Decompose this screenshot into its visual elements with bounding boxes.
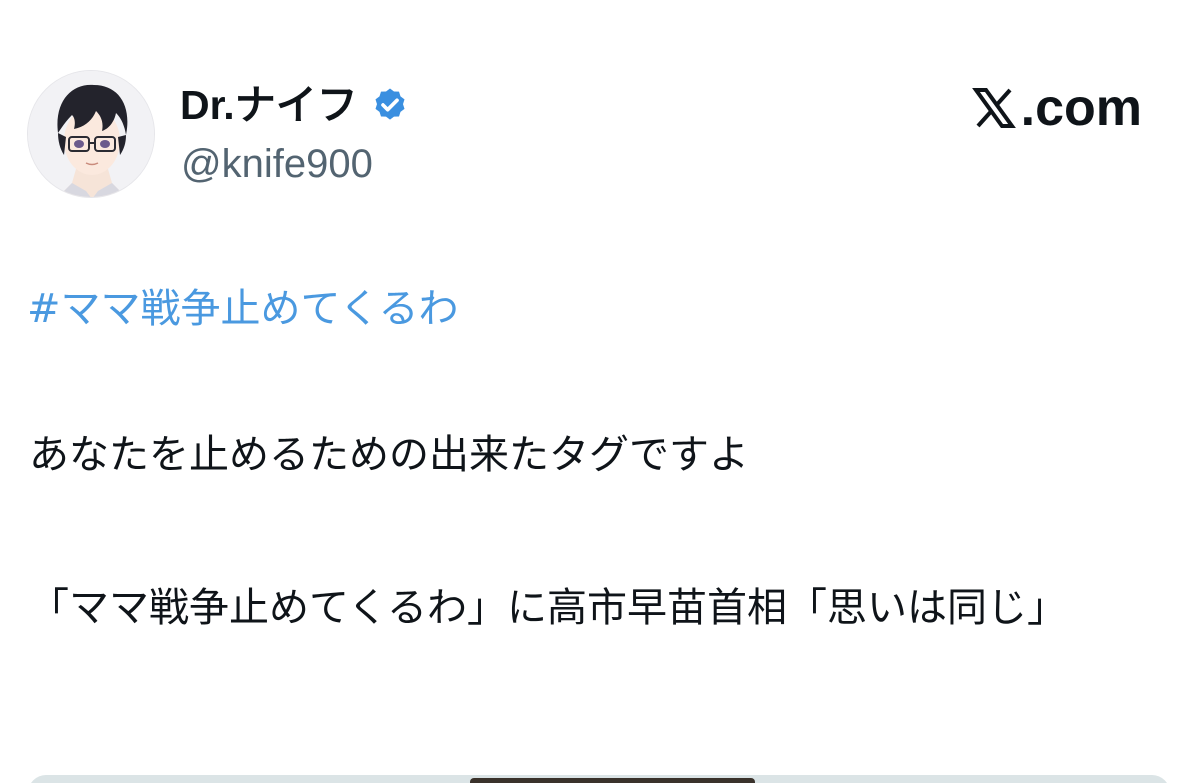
- author-handle[interactable]: @knife900: [181, 138, 373, 190]
- avatar[interactable]: [27, 70, 155, 198]
- anime-avatar-icon: [28, 71, 154, 197]
- media-preview-image: [470, 778, 755, 783]
- hashtag-link[interactable]: #ママ戦争止めてくるわ: [27, 282, 459, 336]
- x-logo-icon: [970, 84, 1018, 132]
- author-display-name[interactable]: Dr.ナイフ: [180, 78, 358, 132]
- tweet-text-paragraph: あなたを止めるための出来たタグですよ: [29, 432, 749, 478]
- verified-badge-icon: [370, 85, 410, 125]
- tweet-text-paragraph: 「ママ戦争止めてくるわ」に高市早苗首相「思いは同じ」: [29, 585, 1067, 631]
- brand-watermark: .com: [970, 80, 1142, 136]
- author-display-name-row[interactable]: Dr.ナイフ: [180, 78, 410, 132]
- brand-text: .com: [1020, 79, 1142, 137]
